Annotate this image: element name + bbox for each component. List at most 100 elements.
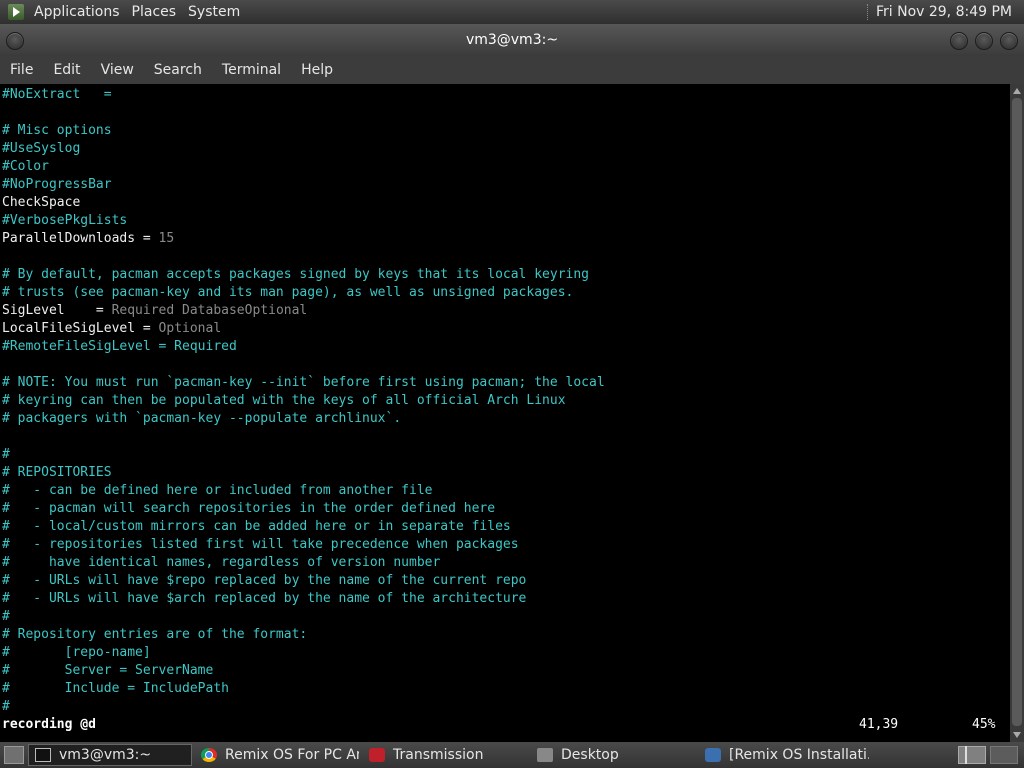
vim-statusline: recording @d 41,39 45% <box>2 716 1010 734</box>
terminal-line: #RemoteFileSigLevel = Required <box>2 338 237 356</box>
line-segment: 15 <box>158 231 175 246</box>
terminal-line: # - URLs will have $repo replaced by the… <box>2 572 526 590</box>
terminal-line: SigLevel = Required DatabaseOptional <box>2 302 307 320</box>
line-segment: # - can be defined here or included from… <box>2 483 433 498</box>
task-label: Remix OS For PC An... <box>225 747 359 763</box>
menu-help[interactable]: Help <box>291 56 343 84</box>
line-segment: # <box>2 699 10 714</box>
terminal-line: # [repo-name] <box>2 644 151 662</box>
minimize-icon[interactable] <box>950 32 968 50</box>
terminal-line: # - pacman will search repositories in t… <box>2 500 495 518</box>
line-segment: # keyring can then be populated with the… <box>2 393 566 408</box>
line-segment: Required DatabaseOptional <box>111 303 308 318</box>
task-chrome[interactable]: Remix OS For PC An... <box>194 744 360 766</box>
line-segment: # <box>2 609 10 624</box>
line-segment: ParallelDownloads = <box>2 231 159 246</box>
system-menu[interactable]: System <box>182 0 246 24</box>
terminal-line: # Misc options <box>2 122 112 140</box>
terminal-line: # - URLs will have $arch replaced by the… <box>2 590 526 608</box>
line-segment: # - repositories listed first will take … <box>2 537 519 552</box>
terminal-line: # NOTE: You must run `pacman-key --init`… <box>2 374 605 392</box>
terminal-icon <box>35 748 51 762</box>
task-terminal[interactable]: vm3@vm3:~ <box>28 744 192 766</box>
terminal-line: # Server = ServerName <box>2 662 213 680</box>
terminal-line: # Include = IncludePath <box>2 680 229 698</box>
line-segment: Optional <box>158 321 222 336</box>
window-titlebar[interactable]: vm3@vm3:~ <box>0 24 1024 56</box>
recording-indicator: recording @d <box>2 717 96 732</box>
terminal-line: # have identical names, regardless of ve… <box>2 554 440 572</box>
applications-menu[interactable]: Applications <box>28 0 126 24</box>
line-segment: # - local/custom mirrors can be added he… <box>2 519 511 534</box>
workspace-1[interactable] <box>958 746 986 764</box>
line-segment: # [repo-name] <box>2 645 151 660</box>
line-segment: # - URLs will have $arch replaced by the… <box>2 591 527 606</box>
scroll-down-icon[interactable] <box>1013 732 1021 738</box>
menu-terminal[interactable]: Terminal <box>212 56 291 84</box>
task-label: Transmission <box>393 747 484 763</box>
window-title: vm3@vm3:~ <box>465 32 559 48</box>
folder-icon <box>537 748 553 762</box>
close-icon[interactable] <box>1000 32 1018 50</box>
line-segment: # Server = ServerName <box>2 663 214 678</box>
task-transmission[interactable]: Transmission <box>362 744 528 766</box>
line-segment: #NoExtract = <box>2 87 112 102</box>
menu-view[interactable]: View <box>91 56 144 84</box>
terminal-line: LocalFileSigLevel = Optional <box>2 320 221 338</box>
line-segment: #Color <box>2 159 49 174</box>
line-segment: # have identical names, regardless of ve… <box>2 555 441 570</box>
applications-icon[interactable] <box>8 4 24 20</box>
menu-file[interactable]: File <box>0 56 43 84</box>
line-segment: CheckSpace <box>2 195 81 210</box>
terminal-line: # - local/custom mirrors can be added he… <box>2 518 511 536</box>
terminal-line: # - can be defined here or included from… <box>2 482 432 500</box>
panel-separator <box>866 4 870 20</box>
line-segment: # Include = IncludePath <box>2 681 229 696</box>
terminal-line: #VerbosePkgLists <box>2 212 127 230</box>
line-segment: #VerbosePkgLists <box>2 213 128 228</box>
remix-icon <box>705 748 721 762</box>
task-remix-installation[interactable]: [Remix OS Installati... <box>698 744 870 766</box>
terminal-line: # <box>2 698 10 716</box>
menu-edit[interactable]: Edit <box>43 56 90 84</box>
terminal-line: # <box>2 446 10 464</box>
line-segment: # <box>2 447 10 462</box>
line-segment: #UseSyslog <box>2 141 81 156</box>
scrollbar-thumb[interactable] <box>1012 98 1022 726</box>
line-segment: #NoProgressBar <box>2 177 112 192</box>
line-segment: LocalFileSigLevel = <box>2 321 159 336</box>
line-segment: SigLevel = <box>2 303 112 318</box>
terminal-line: # packagers with `pacman-key --populate … <box>2 410 401 428</box>
terminal-line: #UseSyslog <box>2 140 80 158</box>
terminal-scrollbar[interactable] <box>1010 84 1024 742</box>
line-segment: # - pacman will search repositories in t… <box>2 501 496 516</box>
task-desktop[interactable]: Desktop <box>530 744 696 766</box>
menu-search[interactable]: Search <box>144 56 212 84</box>
terminal-line: # trusts (see pacman-key and its man pag… <box>2 284 573 302</box>
line-segment: #RemoteFileSigLevel = Required <box>2 339 237 354</box>
task-label: Desktop <box>561 747 619 763</box>
top-panel: Applications Places System Fri Nov 29, 8… <box>0 0 1024 24</box>
task-label: vm3@vm3:~ <box>59 747 152 763</box>
terminal-line: # keyring can then be populated with the… <box>2 392 566 410</box>
scroll-percent: 45% <box>972 717 996 732</box>
terminal-line: #NoProgressBar <box>2 176 112 194</box>
task-label: [Remix OS Installati... <box>729 747 870 763</box>
line-segment: # Misc options <box>2 123 112 138</box>
terminal-line: #Color <box>2 158 49 176</box>
scroll-up-icon[interactable] <box>1013 88 1021 94</box>
maximize-icon[interactable] <box>975 32 993 50</box>
chrome-icon <box>201 748 217 762</box>
line-segment: # packagers with `pacman-key --populate … <box>2 411 402 426</box>
terminal-line: ParallelDownloads = 15 <box>2 230 174 248</box>
workspace-2[interactable] <box>990 746 1018 764</box>
cursor-position: 41,39 <box>859 717 899 732</box>
show-desktop-icon[interactable] <box>4 746 24 764</box>
terminal-line: # REPOSITORIES <box>2 464 112 482</box>
clock[interactable]: Fri Nov 29, 8:49 PM <box>876 4 1024 20</box>
terminal-line: # By default, pacman accepts packages si… <box>2 266 589 284</box>
bottom-taskbar: vm3@vm3:~ Remix OS For PC An... Transmis… <box>0 742 1024 768</box>
line-segment: # By default, pacman accepts packages si… <box>2 267 589 282</box>
places-menu[interactable]: Places <box>126 0 183 24</box>
terminal-content[interactable]: recording @d 41,39 45% #NoExtract = # Mis… <box>0 84 1010 742</box>
